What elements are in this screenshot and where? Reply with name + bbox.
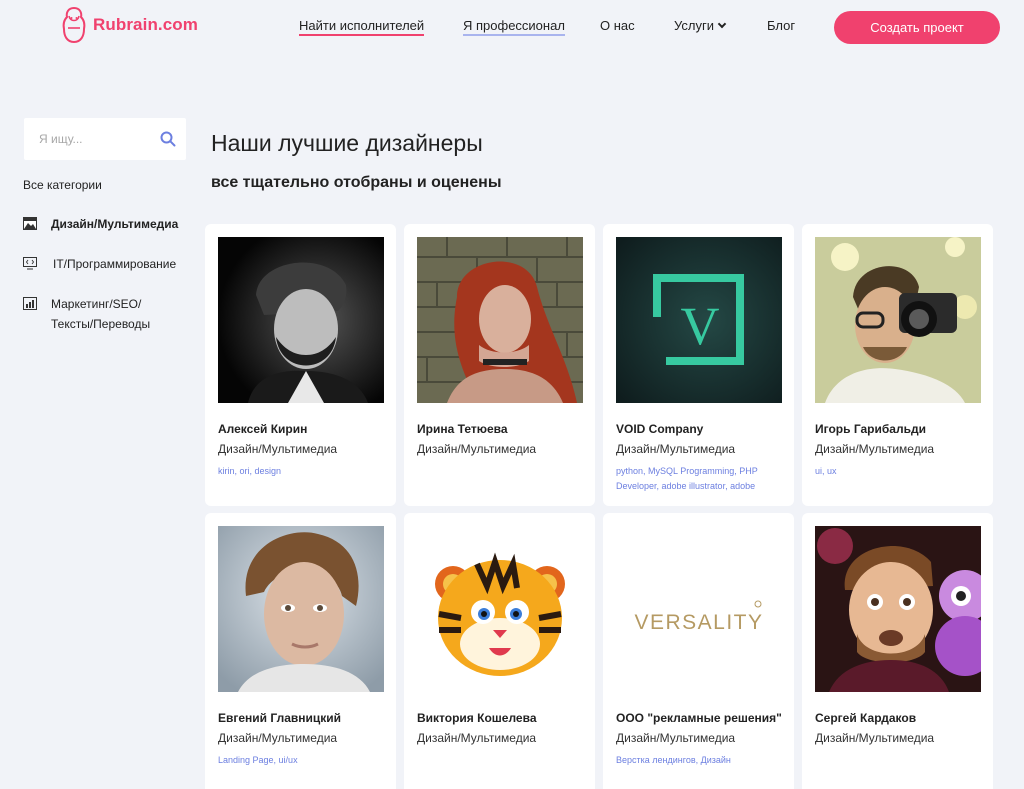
avatar-photo [218, 237, 384, 403]
designer-tags: kirin, ori, design [218, 466, 282, 476]
chevron-down-icon [717, 19, 727, 29]
image-icon [23, 217, 37, 230]
designer-name: Сергей Кардаков [815, 711, 917, 725]
page-title: Наши лучшие дизайнеры [211, 130, 483, 156]
category-label-line2: Тексты/Переводы [51, 317, 151, 331]
logo-text: Rubrain.com [93, 15, 199, 34]
designer-name: Ирина Тетюева [417, 422, 508, 436]
nav-about[interactable]: О нас [600, 18, 635, 33]
designer-card[interactable]: V VOID Company Дизайн/Мультимедиа python… [603, 224, 794, 506]
avatar-tiger-illustration [417, 526, 583, 692]
designer-tags: Верстка лендингов, Дизайн [616, 755, 731, 765]
matryoshka-logo-icon [62, 6, 86, 44]
designer-tags: ui, ux [815, 466, 837, 476]
versality-logo-text: VERSALITY [634, 611, 763, 634]
designer-card[interactable]: VERSALITY ООО "рекламные решения" Дизайн… [603, 513, 794, 789]
avatar-photo [218, 526, 384, 692]
designer-card[interactable]: Ирина Тетюева Дизайн/Мультимедиа [404, 224, 595, 506]
chart-icon [23, 297, 37, 310]
page-subtitle: все тщательно отобраны и оценены [211, 174, 502, 191]
logo-letter: V [681, 296, 720, 356]
nav-blog[interactable]: Блог [767, 18, 795, 33]
designer-card[interactable]: Алексей Кирин Дизайн/Мультимедиа kirin, … [205, 224, 396, 506]
search-input[interactable] [24, 118, 154, 160]
designer-card[interactable]: Евгений Главницкий Дизайн/Мультимедиа La… [205, 513, 396, 789]
designer-name: Игорь Гарибальди [815, 422, 926, 436]
designer-card[interactable]: Сергей Кардаков Дизайн/Мультимедиа [802, 513, 993, 789]
category-marketing[interactable]: Маркетинг/SEO/ Тексты/Переводы [23, 294, 183, 336]
designer-category: Дизайн/Мультимедиа [815, 731, 935, 745]
designer-category: Дизайн/Мультимедиа [417, 442, 537, 456]
designer-category: Дизайн/Мультимедиа [616, 442, 736, 456]
designer-tags: Landing Page, ui/ux [218, 755, 298, 765]
avatar-photo [815, 526, 981, 692]
category-label: IT/Программирование [53, 257, 177, 271]
search-icon[interactable] [160, 131, 176, 147]
avatar-photo [417, 237, 583, 403]
designer-category: Дизайн/Мультимедиа [616, 731, 736, 745]
nav-i-am-pro[interactable]: Я профессионал [463, 18, 565, 36]
designer-category: Дизайн/Мультимедиа [218, 442, 338, 456]
all-categories-link[interactable]: Все категории [23, 178, 102, 192]
designer-category: Дизайн/Мультимедиа [815, 442, 935, 456]
category-it[interactable]: IT/Программирование [23, 254, 188, 274]
company-logo: V [616, 237, 782, 403]
designer-name: ООО "рекламные решения" [616, 711, 782, 725]
search-box [24, 118, 186, 160]
designer-category: Дизайн/Мультимедиа [417, 731, 537, 745]
designer-card[interactable]: Игорь Гарибальди Дизайн/Мультимедиа ui, … [802, 224, 993, 506]
nav-services[interactable]: Услуги [674, 18, 727, 33]
designer-card[interactable]: Виктория Кошелева Дизайн/Мультимедиа [404, 513, 595, 789]
site-header: Rubrain.com Найти исполнителей Я професс… [0, 0, 1024, 56]
designer-name: Виктория Кошелева [417, 711, 537, 725]
category-design[interactable]: Дизайн/Мультимедиа [23, 214, 183, 234]
nav-find-performers[interactable]: Найти исполнителей [299, 18, 425, 36]
company-logo: VERSALITY [616, 526, 782, 692]
avatar-photo [815, 237, 981, 403]
create-project-button[interactable]: Создать проект [834, 11, 1000, 44]
nav-services-label: Услуги [674, 18, 714, 33]
designer-category: Дизайн/Мультимедиа [218, 731, 338, 745]
designer-name: Алексей Кирин [218, 422, 308, 436]
designer-name: Евгений Главницкий [218, 711, 342, 725]
designer-name: VOID Company [616, 422, 704, 436]
category-label: Дизайн/Мультимедиа [51, 217, 179, 231]
code-monitor-icon [23, 257, 37, 270]
category-label-line1: Маркетинг/SEO/ [51, 297, 142, 311]
site-logo[interactable]: Rubrain.com [60, 6, 198, 44]
designer-tags: python, MySQL Programming, PHP Developer… [616, 466, 758, 491]
